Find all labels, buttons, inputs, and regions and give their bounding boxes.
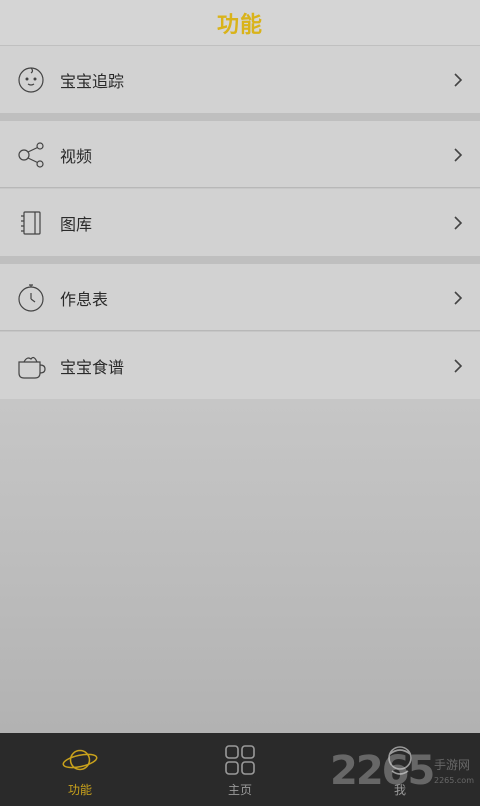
watermark-number: 2265 — [330, 748, 435, 794]
menu-item-label: 宝宝食谱 — [60, 357, 125, 377]
tab-label: 主页 — [227, 783, 252, 797]
menu-item-schedule[interactable]: 作息表 — [0, 264, 480, 331]
baby-face-icon — [16, 65, 46, 95]
site-watermark: 2265 手游网 2265.com — [330, 748, 480, 798]
gallery-icon — [16, 208, 46, 238]
menu-item-label: 视频 — [60, 146, 93, 166]
chevron-right-icon — [454, 72, 463, 87]
menu-item-gallery[interactable]: 图库 — [0, 189, 480, 256]
share-icon — [16, 140, 46, 170]
header-bar: 功能 — [0, 0, 480, 46]
chevron-right-icon — [454, 358, 463, 373]
chevron-right-icon — [454, 215, 463, 230]
section-divider — [0, 113, 480, 121]
chevron-right-icon — [454, 290, 463, 305]
stopwatch-icon — [16, 283, 46, 313]
planet-icon — [62, 742, 98, 778]
menu-item-label: 作息表 — [60, 289, 109, 309]
cup-icon — [16, 351, 46, 381]
menu-item-video[interactable]: 视频 — [0, 121, 480, 188]
grid-icon — [222, 742, 258, 778]
menu-item-baby-tracking[interactable]: 宝宝追踪 — [0, 46, 480, 113]
bottom-tab-bar: 功能 主页 我 2265 手游网 2265.com — [0, 733, 480, 806]
chevron-right-icon — [454, 147, 463, 162]
watermark-text: 手游网 — [434, 758, 471, 772]
watermark-url: 2265.com — [434, 776, 474, 785]
menu-item-label: 图库 — [60, 214, 93, 234]
menu-item-baby-recipes[interactable]: 宝宝食谱 — [0, 332, 480, 399]
tab-features[interactable]: 功能 — [40, 733, 120, 806]
page-title: 功能 — [216, 12, 263, 38]
section-divider — [0, 256, 480, 264]
app-screen: 功能 宝宝追踪 视频 图库 作息表 宝宝食谱 功能 主页 我 2265 手游网 … — [0, 0, 480, 806]
menu-item-label: 宝宝追踪 — [60, 71, 125, 91]
tab-home[interactable]: 主页 — [200, 733, 280, 806]
tab-label: 功能 — [67, 783, 92, 797]
